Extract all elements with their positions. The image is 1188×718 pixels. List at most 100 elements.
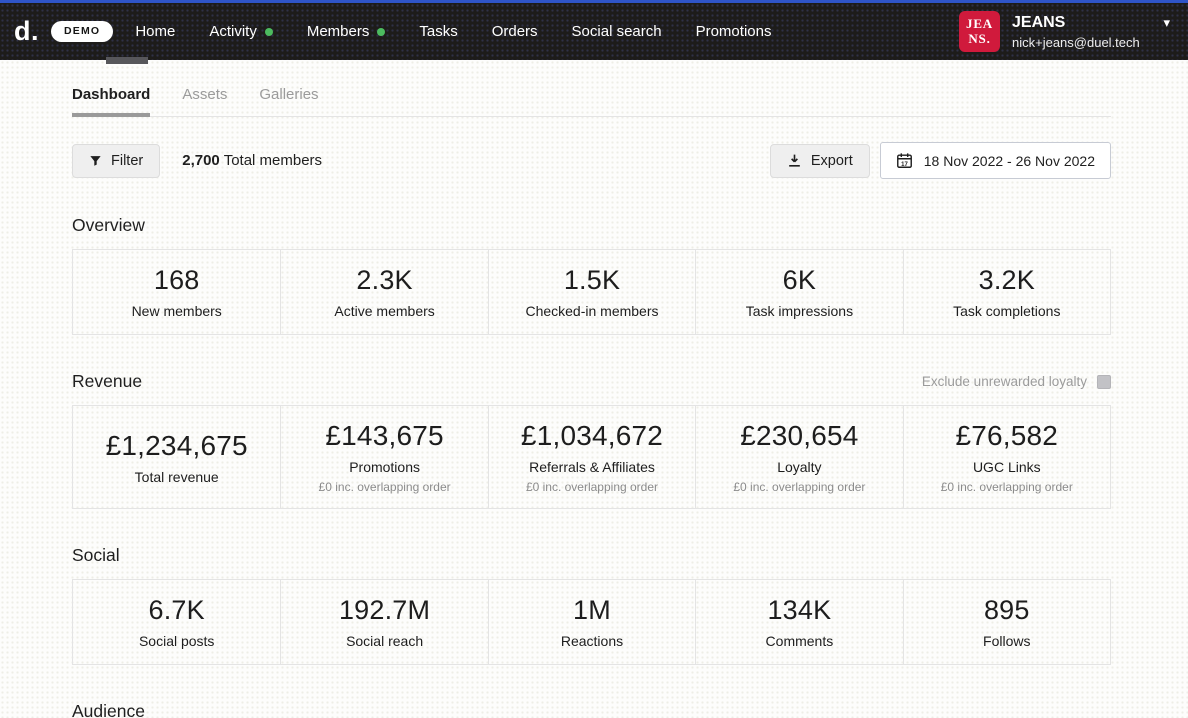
- tab-assets[interactable]: Assets: [182, 86, 227, 116]
- stat-value: 6.7K: [149, 595, 205, 626]
- date-range-picker[interactable]: 17 18 Nov 2022 - 26 Nov 2022: [880, 142, 1111, 179]
- stat-card-task-completions: 3.2K Task completions: [903, 250, 1110, 334]
- stat-label: Loyalty: [777, 459, 821, 475]
- stat-value: £143,675: [325, 420, 443, 452]
- nav-item-activity[interactable]: Activity: [209, 23, 273, 40]
- overview-section: Overview 168 New members 2.3K Active mem…: [72, 215, 1111, 335]
- avatar-text-line2: NS.: [968, 32, 990, 46]
- nav-item-orders[interactable]: Orders: [492, 23, 538, 40]
- social-section: Social 6.7K Social posts 192.7M Social r…: [72, 545, 1111, 665]
- stat-sublabel: £0 inc. overlapping order: [319, 480, 451, 494]
- nav-item-label: Social search: [572, 23, 662, 40]
- nav-item-social-search[interactable]: Social search: [572, 23, 662, 40]
- svg-text:17: 17: [901, 162, 908, 168]
- stat-card-referrals-affiliates-revenue: £1,034,672 Referrals & Affiliates £0 inc…: [488, 406, 695, 508]
- stat-value: 2.3K: [356, 265, 412, 296]
- account-email: nick+jeans@duel.tech: [1012, 35, 1170, 50]
- social-section-title: Social: [72, 545, 120, 566]
- nav-item-label: Orders: [492, 23, 538, 40]
- nav-item-label: Home: [135, 23, 175, 40]
- stat-value: 1.5K: [564, 265, 620, 296]
- tab-dashboard[interactable]: Dashboard: [72, 86, 150, 116]
- nav-item-label: Tasks: [419, 23, 457, 40]
- stat-card-active-members: 2.3K Active members: [280, 250, 487, 334]
- account-menu[interactable]: JEA NS. JEANS ▾ nick+jeans@duel.tech: [959, 11, 1170, 52]
- nav-item-label: Promotions: [696, 23, 772, 40]
- chevron-down-icon[interactable]: ▾: [1163, 16, 1170, 29]
- stat-value: £230,654: [740, 420, 858, 452]
- stat-card-social-reach: 192.7M Social reach: [280, 580, 487, 664]
- stat-card-ugc-links-revenue: £76,582 UGC Links £0 inc. overlapping or…: [903, 406, 1110, 508]
- account-name: JEANS: [1012, 14, 1065, 32]
- stat-card-promotions-revenue: £143,675 Promotions £0 inc. overlapping …: [280, 406, 487, 508]
- nav-item-promotions[interactable]: Promotions: [696, 23, 772, 40]
- brand-avatar[interactable]: JEA NS.: [959, 11, 1000, 52]
- stat-label: Total revenue: [135, 469, 219, 485]
- nav-item-members[interactable]: Members: [307, 23, 386, 40]
- stat-label: Task impressions: [746, 303, 853, 319]
- members-status-dot-icon: [377, 28, 385, 36]
- exclude-loyalty-label: Exclude unrewarded loyalty: [922, 374, 1087, 389]
- stat-value: 1M: [573, 595, 611, 626]
- filter-button[interactable]: Filter: [72, 144, 160, 178]
- stat-card-checked-in-members: 1.5K Checked-in members: [488, 250, 695, 334]
- stat-label: Reactions: [561, 633, 623, 649]
- social-cards: 6.7K Social posts 192.7M Social reach 1M…: [72, 579, 1111, 665]
- stat-card-loyalty-revenue: £230,654 Loyalty £0 inc. overlapping ord…: [695, 406, 902, 508]
- stat-value: 3.2K: [979, 265, 1035, 296]
- stat-label: Social reach: [346, 633, 423, 649]
- stat-value: 134K: [767, 595, 831, 626]
- demo-badge: DEMO: [51, 21, 113, 42]
- duel-logo[interactable]: d.: [14, 16, 39, 47]
- stat-value: 168: [154, 265, 200, 296]
- stat-label: Social posts: [139, 633, 214, 649]
- export-button[interactable]: Export: [770, 144, 870, 178]
- stat-value: 6K: [783, 265, 816, 296]
- stat-label: Comments: [766, 633, 834, 649]
- stat-label: New members: [132, 303, 222, 319]
- overview-cards: 168 New members 2.3K Active members 1.5K…: [72, 249, 1111, 335]
- filter-button-label: Filter: [111, 153, 143, 169]
- stat-label: Checked-in members: [525, 303, 658, 319]
- revenue-section-title: Revenue: [72, 371, 142, 392]
- nav-item-home[interactable]: Home: [135, 23, 175, 40]
- dashboard-page: Dashboard Assets Galleries Filter 2,700 …: [0, 86, 1188, 718]
- active-nav-indicator: [106, 57, 148, 64]
- revenue-section: Revenue Exclude unrewarded loyalty £1,23…: [72, 371, 1111, 509]
- stat-sublabel: £0 inc. overlapping order: [526, 480, 658, 494]
- date-range-value: 18 Nov 2022 - 26 Nov 2022: [924, 153, 1095, 169]
- stat-value: £1,234,675: [106, 430, 248, 462]
- activity-status-dot-icon: [265, 28, 273, 36]
- stat-value: 895: [984, 595, 1030, 626]
- stat-label: Referrals & Affiliates: [529, 459, 655, 475]
- tab-galleries[interactable]: Galleries: [259, 86, 318, 116]
- stat-label: Promotions: [349, 459, 420, 475]
- stat-card-new-members: 168 New members: [73, 250, 280, 334]
- stat-value: 192.7M: [339, 595, 430, 626]
- calendar-icon: 17: [896, 152, 913, 169]
- avatar-text-line1: JEA: [966, 17, 993, 31]
- stat-sublabel: £0 inc. overlapping order: [733, 480, 865, 494]
- overview-section-title: Overview: [72, 215, 145, 236]
- stat-card-task-impressions: 6K Task impressions: [695, 250, 902, 334]
- main-nav: Home Activity Members Tasks Orders Socia…: [135, 23, 771, 40]
- audience-section: Audience: [72, 701, 1111, 718]
- nav-item-label: Members: [307, 23, 370, 40]
- total-members-label: Total members: [224, 152, 322, 169]
- stat-card-social-posts: 6.7K Social posts: [73, 580, 280, 664]
- total-members-value: 2,700: [182, 152, 220, 169]
- nav-item-tasks[interactable]: Tasks: [419, 23, 457, 40]
- toolbar-right: Export 17 18 Nov 2022 - 26 Nov 2022: [770, 142, 1111, 179]
- stat-value: £76,582: [955, 420, 1058, 452]
- export-button-label: Export: [811, 153, 853, 169]
- stat-card-comments: 134K Comments: [695, 580, 902, 664]
- stat-label: UGC Links: [973, 459, 1041, 475]
- audience-section-title: Audience: [72, 701, 145, 718]
- total-members-count: 2,700 Total members: [182, 152, 322, 169]
- toolbar: Filter 2,700 Total members Export 17 18 …: [72, 142, 1111, 179]
- filter-funnel-icon: [89, 154, 102, 167]
- exclude-loyalty-checkbox[interactable]: [1097, 375, 1111, 389]
- nav-item-label: Activity: [209, 23, 257, 40]
- stat-card-total-revenue: £1,234,675 Total revenue: [73, 406, 280, 508]
- exclude-loyalty-toggle-row: Exclude unrewarded loyalty: [922, 374, 1111, 389]
